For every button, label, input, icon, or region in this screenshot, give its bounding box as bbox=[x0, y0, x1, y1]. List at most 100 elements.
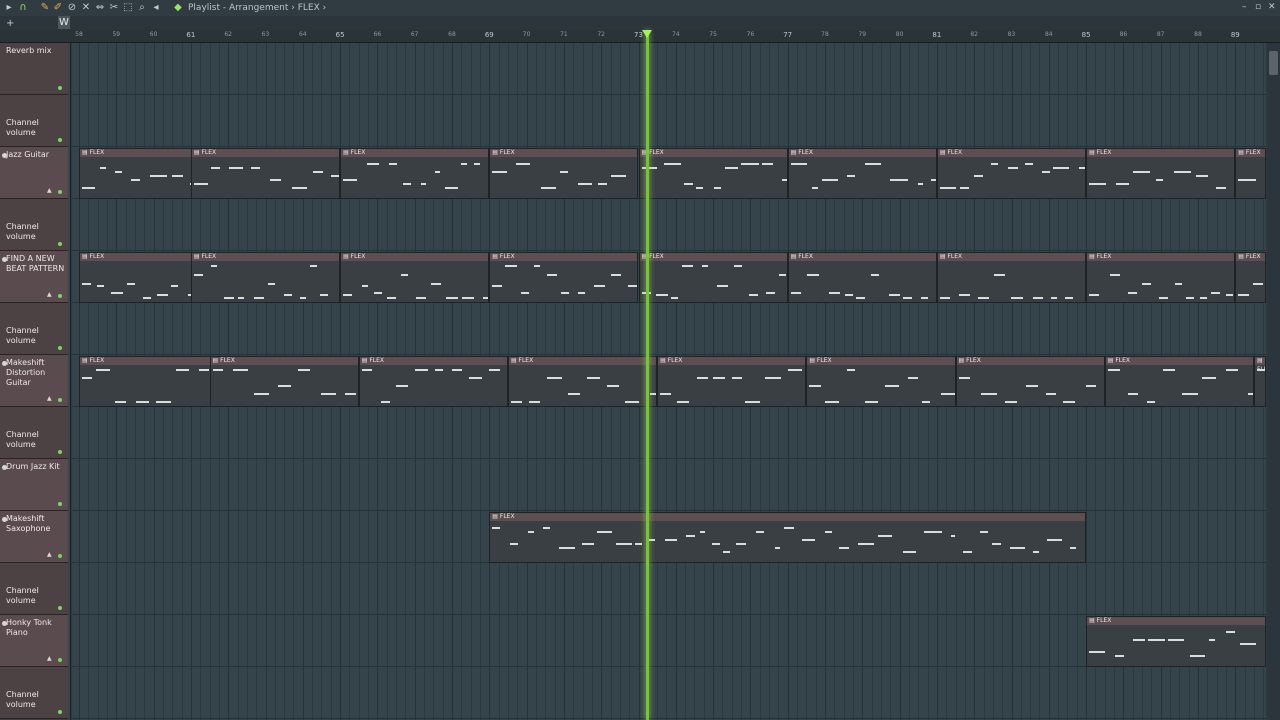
track-enable-led[interactable] bbox=[58, 398, 62, 402]
clip-header[interactable]: ▤ FLEX bbox=[639, 149, 787, 157]
pattern-clip[interactable]: ▤ FLEX bbox=[340, 148, 490, 199]
track-header[interactable]: Channel volume bbox=[0, 303, 68, 355]
vertical-scroll-thumb[interactable] bbox=[1269, 51, 1278, 75]
pattern-clip[interactable]: ▤ FLEX bbox=[806, 356, 956, 407]
clip-header[interactable]: ▤ FLEX bbox=[788, 253, 936, 261]
clip-header[interactable]: ▤ FLEX bbox=[191, 253, 340, 261]
clip-header[interactable]: ▤ FLEX bbox=[788, 149, 936, 157]
track-enable-led[interactable] bbox=[58, 86, 62, 90]
track-enable-led[interactable] bbox=[58, 658, 62, 662]
clip-header[interactable]: ▤ FLEX bbox=[937, 253, 1086, 261]
track-enable-led[interactable] bbox=[58, 138, 62, 142]
pattern-clip[interactable]: ▤ FLEX bbox=[489, 512, 1087, 563]
close-icon[interactable]: ✕ bbox=[1268, 1, 1276, 14]
track-header[interactable]: Makeshift Saxophone ▲ bbox=[0, 511, 68, 563]
track-enable-led[interactable] bbox=[58, 346, 62, 350]
track-enable-led[interactable] bbox=[58, 450, 62, 454]
browse-button[interactable]: W bbox=[58, 16, 70, 29]
pattern-clip[interactable]: ▤ FLEX bbox=[1104, 356, 1254, 407]
pattern-clip[interactable]: ▤ FLEX bbox=[936, 252, 1087, 303]
pattern-clip[interactable]: ▤ FLEX bbox=[955, 356, 1105, 407]
timeline-ruler[interactable]: 58 59 60 61 62 63 64 65 66 67 68 69 70 71 72 73 74 75 76 77… bbox=[0, 30, 1280, 43]
pattern-clip[interactable]: ▤ FLEX bbox=[1235, 252, 1266, 303]
track-enable-led[interactable] bbox=[58, 606, 62, 610]
clip-header[interactable]: ▤ FLEX bbox=[639, 253, 787, 261]
clip-header[interactable]: ▤ FLEX bbox=[490, 513, 1086, 521]
track-header[interactable]: Channel volume bbox=[0, 407, 68, 459]
pattern-clip[interactable]: ▤ FLEX bbox=[209, 356, 359, 407]
title-pattern[interactable]: FLEX bbox=[298, 3, 320, 13]
track-header[interactable]: Makeshift Distortion Guitar ▲ bbox=[0, 355, 68, 407]
paint-icon[interactable]: ✐ bbox=[53, 1, 63, 14]
track-header[interactable]: Honky Tonk Piano ▲ bbox=[0, 615, 68, 667]
pattern-clip[interactable]: ▤ FLEX bbox=[190, 148, 341, 199]
slice-icon[interactable]: ✂ bbox=[109, 1, 119, 14]
clip-header[interactable]: ▤ FLEX bbox=[1254, 357, 1265, 373]
clip-header[interactable]: ▤ FLEX bbox=[1236, 149, 1265, 157]
pattern-clip[interactable]: ▤ FLEX bbox=[1253, 356, 1266, 407]
clip-header[interactable]: ▤ FLEX bbox=[341, 253, 489, 261]
track-header[interactable]: Channel volume bbox=[0, 563, 68, 615]
playlist-grid[interactable]: ▤ FLEX ▤ FLEX ▤ FLEX ▤ FLEX ▤ FLEX ▤ FLEX ▤ FL… bbox=[72, 43, 1266, 720]
clip-header[interactable]: ▤ FLEX bbox=[490, 149, 638, 157]
clip-header[interactable]: ▤ FLEX bbox=[807, 357, 955, 365]
playhead[interactable] bbox=[645, 30, 649, 720]
expand-up-icon[interactable]: ▲ bbox=[47, 551, 52, 558]
pattern-clip[interactable]: ▤ FLEX bbox=[79, 356, 229, 407]
playhead-marker[interactable] bbox=[641, 30, 652, 38]
clip-header[interactable]: ▤ FLEX bbox=[191, 149, 340, 157]
track-enable-led[interactable] bbox=[58, 190, 62, 194]
add-track-icon[interactable]: + bbox=[6, 17, 14, 30]
pattern-clip[interactable]: ▤ FLEX bbox=[1086, 148, 1236, 199]
track-header[interactable]: Channel volume bbox=[0, 95, 68, 147]
expand-up-icon[interactable]: ▲ bbox=[47, 655, 52, 662]
track-header[interactable]: Drum Jazz Kit bbox=[0, 459, 68, 511]
clip-header[interactable]: ▤ FLEX bbox=[937, 149, 1086, 157]
track-header[interactable]: Channel volume bbox=[0, 199, 68, 251]
clip-header[interactable]: ▤ FLEX bbox=[1087, 253, 1235, 261]
clip-header[interactable]: ▤ FLEX bbox=[210, 357, 358, 365]
playback-icon[interactable]: ◂ bbox=[151, 1, 161, 14]
mute-icon[interactable]: ✕ bbox=[81, 1, 91, 14]
pattern-clip[interactable]: ▤ FLEX bbox=[787, 252, 937, 303]
draw-icon[interactable]: ✎ bbox=[40, 1, 50, 14]
pattern-clip[interactable]: ▤ FLEX bbox=[358, 356, 508, 407]
snap-magnet-icon[interactable]: ∩ bbox=[17, 1, 29, 14]
pattern-clip[interactable]: ▤ FLEX bbox=[1235, 148, 1266, 199]
pattern-clip[interactable]: ▤ FLEX bbox=[936, 148, 1087, 199]
clip-header[interactable]: ▤ FLEX bbox=[341, 149, 489, 157]
clip-header[interactable]: ▤ FLEX bbox=[1236, 253, 1265, 261]
pattern-clip[interactable]: ▤ FLEX bbox=[787, 148, 937, 199]
pattern-clip[interactable]: ▤ FLEX bbox=[507, 356, 658, 407]
expand-up-icon[interactable]: ▲ bbox=[47, 291, 52, 298]
pattern-clip[interactable]: ▤ FLEX bbox=[340, 252, 490, 303]
vertical-scrollbar[interactable] bbox=[1267, 43, 1280, 720]
pattern-clip[interactable]: ▤ FLEX bbox=[638, 252, 788, 303]
pattern-clip[interactable]: ▤ FLEX bbox=[489, 148, 639, 199]
expand-up-icon[interactable]: ▲ bbox=[47, 395, 52, 402]
track-header[interactable]: Jazz Guitar ▲ bbox=[0, 147, 68, 199]
track-enable-led[interactable] bbox=[58, 554, 62, 558]
restore-icon[interactable]: ▫ bbox=[1255, 1, 1261, 14]
pattern-clip[interactable]: ▤ FLEX bbox=[1086, 616, 1266, 667]
minimize-icon[interactable]: – bbox=[1242, 1, 1247, 14]
clip-header[interactable]: ▤ FLEX bbox=[1087, 617, 1265, 625]
track-enable-led[interactable] bbox=[58, 502, 62, 506]
pattern-clip[interactable]: ▤ FLEX bbox=[638, 148, 788, 199]
clip-header[interactable]: ▤ FLEX bbox=[490, 253, 638, 261]
pattern-clip[interactable]: ▤ FLEX bbox=[190, 252, 341, 303]
pattern-clip[interactable]: ▤ FLEX bbox=[1086, 252, 1236, 303]
slip-icon[interactable]: ⇔ bbox=[95, 1, 105, 14]
track-header[interactable]: FIND A NEW BEAT PATTERN ▲ bbox=[0, 251, 68, 303]
track-enable-led[interactable] bbox=[58, 710, 62, 714]
pattern-clip[interactable]: ▤ FLEX bbox=[657, 356, 807, 407]
clip-header[interactable]: ▤ FLEX bbox=[658, 357, 806, 365]
clip-header[interactable]: ▤ FLEX bbox=[508, 357, 657, 365]
clip-header[interactable]: ▤ FLEX bbox=[359, 357, 507, 365]
delete-icon[interactable]: ⊘ bbox=[67, 1, 77, 14]
track-header[interactable]: Channel volume bbox=[0, 667, 68, 719]
expand-up-icon[interactable]: ▲ bbox=[47, 187, 52, 194]
play-pattern-icon[interactable]: ◆ bbox=[172, 1, 184, 14]
clip-header[interactable]: ▤ FLEX bbox=[1105, 357, 1253, 365]
track-enable-led[interactable] bbox=[58, 294, 62, 298]
